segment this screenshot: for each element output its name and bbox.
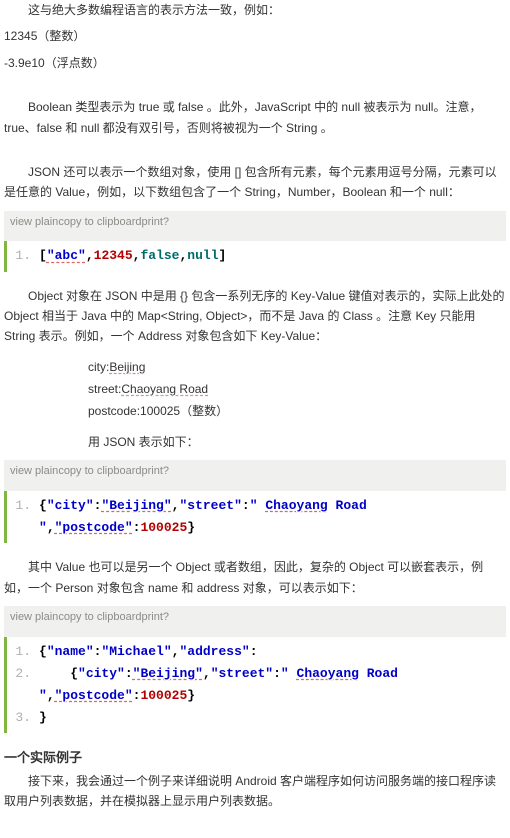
kv-label: postcode:: [88, 404, 140, 418]
copy-link[interactable]: copy to clipboard: [58, 611, 141, 623]
paragraph: 用 JSON 表示如下：: [4, 432, 506, 452]
code-block-3: 1. {"name":"Michael","address": 2. {"cit…: [4, 637, 506, 733]
code-example-float: -3.9e10（浮点数）: [4, 53, 506, 73]
code-content: ["abc",12345,false,null]: [39, 245, 226, 267]
code-block-2: 1. {"city":"Beijing","street":" Chaoyang…: [4, 491, 506, 543]
print-link[interactable]: print: [141, 216, 162, 228]
line-number: 1.: [13, 641, 39, 663]
code-block-1: 1. ["abc",12345,false,null]: [4, 241, 506, 271]
line-number: 3.: [13, 707, 39, 729]
view-plain-link[interactable]: view plain: [10, 611, 58, 623]
line-number: 2.: [13, 663, 39, 685]
paragraph: Object 对象在 JSON 中是用 {} 包含一系列无序的 Key-Valu…: [4, 286, 506, 347]
copy-link[interactable]: copy to clipboard: [58, 465, 141, 477]
section-heading: 一个实际例子: [4, 747, 506, 769]
kv-label: street:: [88, 382, 121, 396]
print-link[interactable]: print: [141, 611, 162, 623]
kv-value: Chaoyang Road: [121, 382, 208, 396]
code-toolbar: view plaincopy to clipboardprint?: [4, 606, 506, 637]
code-content: {"city":"Beijing","street":" Chaoyang Ro…: [39, 663, 506, 707]
paragraph: Boolean 类型表示为 true 或 false 。此外，JavaScrip…: [4, 97, 506, 138]
print-link[interactable]: print: [141, 465, 162, 477]
line-number: 1.: [13, 245, 39, 267]
help-link[interactable]: ?: [163, 611, 169, 623]
paragraph: 其中 Value 也可以是另一个 Object 或者数组，因此，复杂的 Obje…: [4, 557, 506, 598]
view-plain-link[interactable]: view plain: [10, 216, 58, 228]
kv-value: Beijing: [109, 360, 145, 374]
code-content: {"name":"Michael","address":: [39, 641, 258, 663]
kv-value: 100025（整数）: [140, 404, 228, 418]
copy-link[interactable]: copy to clipboard: [58, 216, 141, 228]
paragraph: 接下来，我会通过一个例子来详细说明 Android 客户端程序如何访问服务端的接…: [4, 771, 506, 812]
line-number: 1.: [13, 495, 39, 517]
paragraph: 这与绝大多数编程语言的表示方法一致，例如：: [4, 0, 506, 20]
code-toolbar: view plaincopy to clipboardprint?: [4, 211, 506, 242]
view-plain-link[interactable]: view plain: [10, 465, 58, 477]
key-value-block: city:Beijing street:Chaoyang Road postco…: [4, 357, 506, 422]
code-example-integer: 12345（整数）: [4, 26, 506, 46]
code-content: {"city":"Beijing","street":" Chaoyang Ro…: [39, 495, 506, 539]
code-content: }: [39, 707, 47, 729]
kv-label: city:: [88, 360, 109, 374]
code-toolbar: view plaincopy to clipboardprint?: [4, 460, 506, 491]
help-link[interactable]: ?: [163, 465, 169, 477]
help-link[interactable]: ?: [163, 216, 169, 228]
paragraph: JSON 还可以表示一个数组对象，使用 [] 包含所有元素，每个元素用逗号分隔，…: [4, 162, 506, 203]
